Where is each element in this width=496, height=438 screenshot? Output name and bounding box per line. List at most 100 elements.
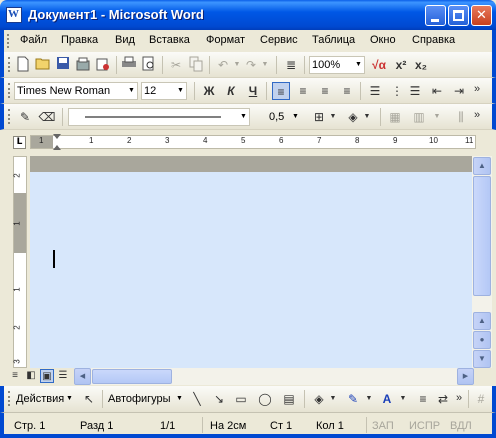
justify-icon[interactable]: ≡ xyxy=(338,82,356,100)
ruler-number: 4 xyxy=(203,136,208,145)
print-preview-icon[interactable] xyxy=(140,56,158,74)
new-document-icon[interactable] xyxy=(14,56,32,74)
copy-icon[interactable] xyxy=(187,56,205,74)
line-tool-icon[interactable]: ╲ xyxy=(188,390,206,408)
maximize-button[interactable] xyxy=(448,5,469,26)
actions-menu[interactable]: Действия xyxy=(16,393,64,405)
tab-stop-selector[interactable]: L xyxy=(13,136,26,149)
cut-icon[interactable]: ✂ xyxy=(167,56,185,74)
grid-hash-icon[interactable]: # xyxy=(472,390,490,408)
hanging-indent-marker[interactable] xyxy=(53,145,61,150)
line-style-icon[interactable]: ≡ xyxy=(414,390,432,408)
decrease-indent-icon[interactable]: ⇤ xyxy=(428,82,446,100)
outline-view-icon[interactable]: ☰ xyxy=(56,369,70,383)
formula-icon[interactable]: √α xyxy=(368,56,390,74)
next-page-button[interactable]: ▼ xyxy=(473,350,491,368)
select-pointer-icon[interactable]: ↖ xyxy=(80,390,98,408)
cell-align-dropdown-icon[interactable]: ▼ xyxy=(428,108,446,126)
normal-view-icon[interactable]: ≡ xyxy=(8,369,22,383)
line-style-select[interactable]: ▼ xyxy=(68,108,250,126)
align-right-icon[interactable]: ≡ xyxy=(316,82,334,100)
redo-dropdown-icon[interactable]: ▼ xyxy=(256,56,274,74)
line-color-dropdown-icon[interactable]: ▼ xyxy=(360,390,378,408)
menu-file[interactable]: Файл xyxy=(20,34,47,46)
save-icon[interactable] xyxy=(54,56,72,74)
minimize-button[interactable] xyxy=(425,5,446,26)
toolbar-grip[interactable] xyxy=(8,83,11,98)
numbered-list-icon[interactable]: ⋮ xyxy=(388,82,406,100)
scroll-up-button[interactable]: ▲ xyxy=(473,157,491,175)
increase-indent-icon[interactable]: ⇥ xyxy=(450,82,468,100)
superscript-icon[interactable]: x² xyxy=(392,56,410,74)
textbox-tool-icon[interactable]: ▤ xyxy=(280,390,298,408)
oval-tool-icon[interactable]: ◯ xyxy=(256,390,274,408)
title-bar[interactable]: W Документ1 - Microsoft Word ✕ xyxy=(0,0,496,30)
menu-view[interactable]: Вид xyxy=(115,34,135,46)
subscript-icon[interactable]: x₂ xyxy=(412,56,430,74)
line-weight-select[interactable]: 0,5 ▼ xyxy=(256,108,302,126)
vertical-scrollbar[interactable]: ▲ ▲ ● ▼ xyxy=(472,156,492,369)
ruler-track[interactable]: 1 1 2 3 4 5 6 7 8 9 10 11 xyxy=(30,134,476,150)
arrow-tool-icon[interactable]: ↘ xyxy=(210,390,228,408)
arrow-style-icon[interactable]: ⇄ xyxy=(434,390,452,408)
scroll-right-button[interactable]: ▶ xyxy=(457,368,474,385)
horizontal-scroll-row: ≡ ◧ ▣ ☰ ◀ ▶ xyxy=(4,368,492,385)
print-layout-view-icon[interactable]: ▣ xyxy=(40,369,54,383)
toolbar-overflow-icon[interactable]: » xyxy=(456,392,462,404)
menu-grip[interactable] xyxy=(7,34,10,48)
toolbar-grip[interactable] xyxy=(8,391,11,406)
previous-page-button[interactable]: ▲ xyxy=(473,312,491,330)
distribute-rows-icon[interactable]: ⫼ xyxy=(452,108,470,126)
underline-button[interactable]: Ч xyxy=(244,82,262,100)
merge-cells-icon[interactable]: ▦ xyxy=(386,108,404,126)
web-view-icon[interactable]: ◧ xyxy=(24,369,38,383)
pencil-icon[interactable]: ✎ xyxy=(16,108,34,126)
font-color-dropdown-icon[interactable]: ▼ xyxy=(394,390,412,408)
horizontal-scrollbar[interactable]: ◀ ▶ xyxy=(74,368,474,385)
font-select[interactable]: Times New Roman ▼ xyxy=(14,82,138,100)
eraser-icon[interactable]: ⌫ xyxy=(38,108,56,126)
email-icon[interactable] xyxy=(94,56,112,74)
vertical-ruler-track[interactable]: 2 1 1 2 3 xyxy=(13,156,27,368)
border-dropdown-icon[interactable]: ▼ xyxy=(324,108,342,126)
browse-object-button[interactable]: ● xyxy=(473,331,491,349)
close-button[interactable]: ✕ xyxy=(471,5,492,26)
toolbar-grip[interactable] xyxy=(8,57,11,72)
status-trk[interactable]: ИСПР xyxy=(409,420,440,432)
bulleted-list-icon[interactable]: ☰ xyxy=(406,82,424,100)
menu-format[interactable]: Формат xyxy=(206,34,245,46)
menu-help[interactable]: Справка xyxy=(412,34,455,46)
first-line-indent-marker[interactable] xyxy=(53,134,61,139)
autoshapes-menu[interactable]: Автофигуры xyxy=(108,393,171,405)
split-cells-icon[interactable]: ▥ xyxy=(410,108,428,126)
status-rec[interactable]: ЗАП xyxy=(372,420,394,432)
bold-button[interactable]: Ж xyxy=(200,82,218,100)
columns-icon[interactable]: ≣ xyxy=(282,56,300,74)
word-app-icon[interactable]: W xyxy=(6,7,22,23)
align-left-icon[interactable]: ≡ xyxy=(272,82,290,100)
permission-icon[interactable] xyxy=(74,56,92,74)
line-spacing-icon[interactable]: ☰ xyxy=(366,82,384,100)
menu-tools[interactable]: Сервис xyxy=(260,34,298,46)
toolbar-grip[interactable] xyxy=(8,109,11,124)
italic-button[interactable]: К xyxy=(222,82,240,100)
horizontal-scroll-thumb[interactable] xyxy=(92,369,172,384)
menu-edit[interactable]: Правка xyxy=(61,34,98,46)
vertical-scroll-thumb[interactable] xyxy=(473,176,491,296)
toolbar-overflow-icon[interactable]: » xyxy=(474,109,480,121)
menu-insert[interactable]: Вставка xyxy=(149,34,190,46)
scroll-left-button[interactable]: ◀ xyxy=(74,368,91,385)
status-ext[interactable]: ВДЛ xyxy=(450,420,472,432)
align-center-icon[interactable]: ≡ xyxy=(294,82,312,100)
fill-color-dropdown-icon[interactable]: ▼ xyxy=(324,390,342,408)
toolbar-overflow-icon[interactable]: » xyxy=(474,83,480,95)
menu-window[interactable]: Окно xyxy=(370,34,396,46)
rectangle-tool-icon[interactable]: ▭ xyxy=(232,390,250,408)
print-icon[interactable] xyxy=(120,56,138,74)
open-folder-icon[interactable] xyxy=(34,56,52,74)
fill-dropdown-icon[interactable]: ▼ xyxy=(358,108,376,126)
menu-table[interactable]: Таблица xyxy=(312,34,355,46)
zoom-select[interactable]: 100% ▼ xyxy=(309,56,365,74)
font-size-select[interactable]: 12 ▼ xyxy=(141,82,187,100)
document-canvas[interactable] xyxy=(30,156,472,368)
